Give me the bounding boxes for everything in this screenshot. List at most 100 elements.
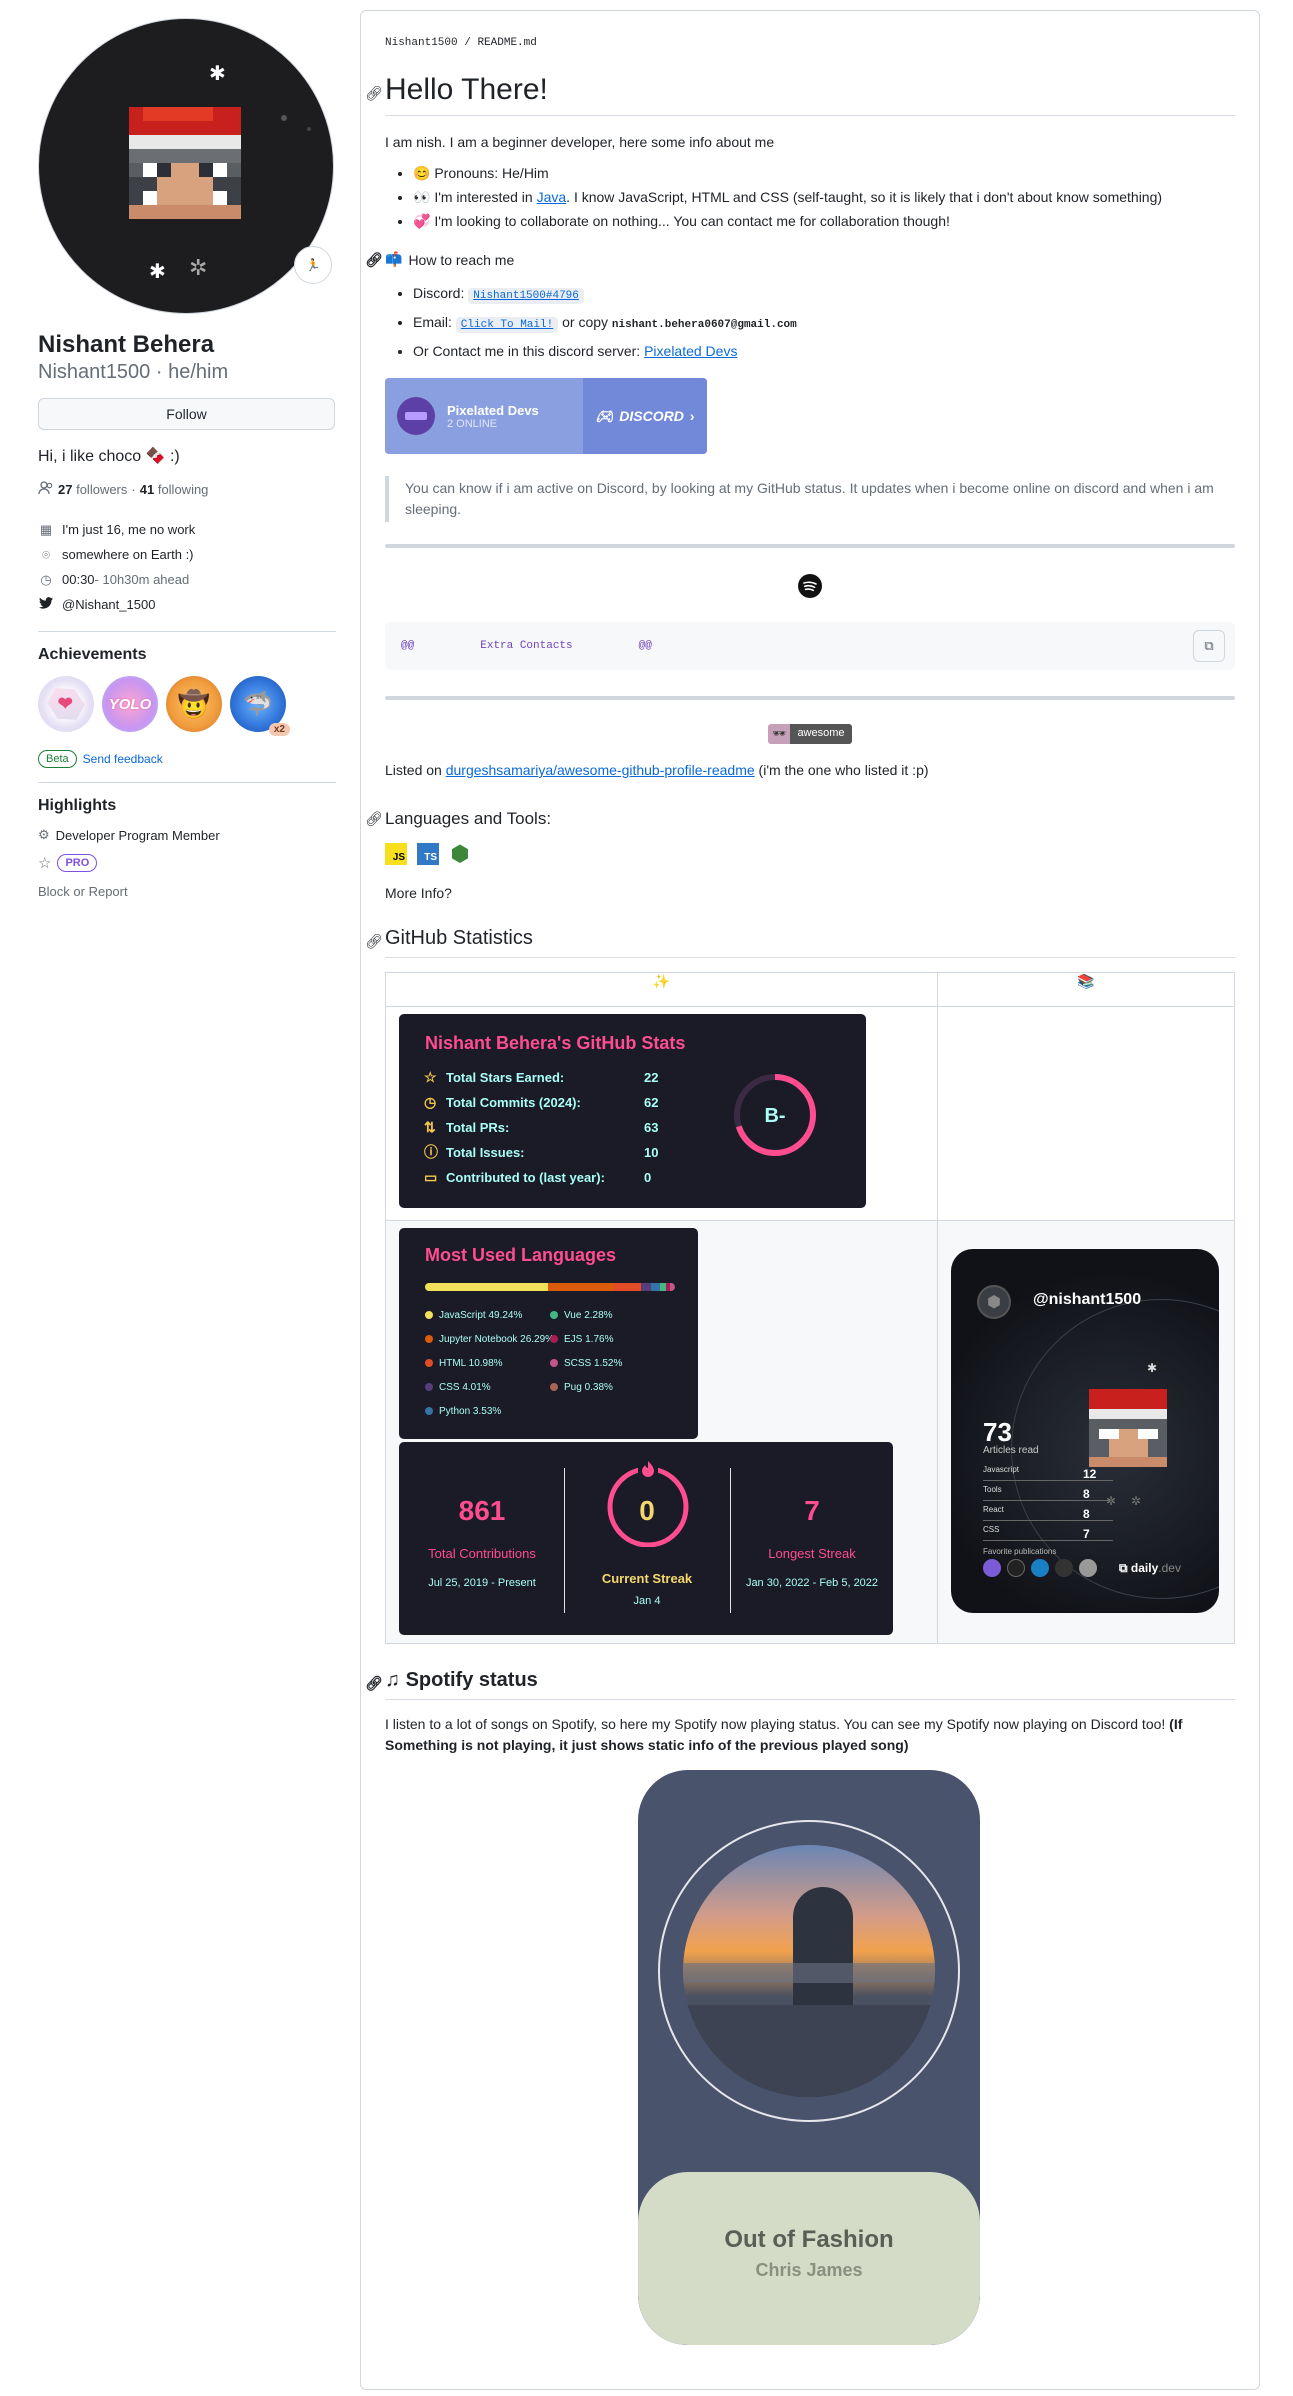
articles-read-label: Articles read (983, 1445, 1039, 1456)
stats-heading: 🔗︎ GitHub Statistics (365, 924, 1235, 958)
favorite-publications (983, 1559, 1097, 1577)
snowflake-icon: ✱ (209, 63, 226, 85)
awesome-badge[interactable]: 🕶 awesome (768, 724, 852, 744)
java-link[interactable]: Java (537, 189, 567, 205)
pull-shark-badge[interactable]: 🦈 x2 (230, 676, 290, 736)
pull-request-icon: ⇅ (424, 1118, 436, 1135)
profile-sidebar: ✱ ✱ ✲ 🏃 Nishant Behera Nishant1500 · he/… (38, 18, 336, 905)
longest-streak-range: Jan 30, 2022 - Feb 5, 2022 (745, 1577, 879, 1589)
awesome-readme-link[interactable]: durgeshsamariya/awesome-github-profile-r… (446, 762, 755, 778)
cpu-icon: ⚙ (38, 827, 50, 842)
mail-link[interactable]: Click To Mail! (455, 317, 559, 333)
people-icon (38, 480, 54, 499)
current-streak-date: Jan 4 (633, 1595, 661, 1607)
heart-on-sleeve-badge[interactable]: ❤ (38, 676, 94, 732)
total-contributions-value: 861 (458, 1495, 506, 1526)
longest-streak-value: 7 (804, 1495, 820, 1526)
spotify-heading: 🔗︎ ♫ Spotify status (365, 1666, 1235, 1700)
more-info-text: More Info? (385, 885, 452, 901)
typescript-icon[interactable]: TS (417, 843, 439, 865)
publication-icon (983, 1559, 1001, 1577)
nodejs-icon[interactable]: ⬢ (449, 843, 471, 865)
publication-icon (1031, 1559, 1049, 1577)
send-feedback-link[interactable]: Send feedback (83, 752, 163, 766)
detail-work: ▦ I'm just 16, me no work (39, 521, 196, 538)
total-contributions-label: Total Contributions (428, 1546, 536, 1561)
yolo-badge[interactable]: YOLO (102, 676, 158, 732)
beta-feedback: Beta Send feedback (38, 750, 336, 768)
pixelated-devs-link[interactable]: Pixelated Devs (644, 343, 737, 359)
artist-name: Chris James (755, 2260, 863, 2280)
issue-icon: ⓘ (424, 1144, 438, 1160)
detail-twitter[interactable]: @Nishant_1500 (38, 592, 336, 617)
total-contributions-range: Jul 25, 2019 - Present (428, 1577, 536, 1589)
spotify-now-playing-card[interactable]: Out of Fashion Chris James (638, 1770, 980, 2345)
langs-card-title: Most Used Languages (425, 1245, 617, 1265)
language-bar-segment (548, 1283, 614, 1291)
link-icon[interactable]: 🔗︎ (365, 251, 383, 268)
highlights-title: Highlights (38, 797, 117, 814)
intro-text: I am nish. I am a beginner developer, he… (385, 134, 775, 150)
star-icon: ☆ (424, 1068, 437, 1085)
block-report-link[interactable]: Block or Report (38, 877, 336, 905)
language-item: SCSS 1.52% (550, 1355, 622, 1371)
stat-row: ◷ Total Commits (2024): 62 (424, 1093, 659, 1110)
spotify-logo[interactable] (385, 574, 1235, 598)
contact-list: Discord: Nishant1500#4796 Email: Click T… (385, 280, 1235, 364)
profile-details: ▦ I'm just 16, me no work ⌾ somewhere on… (38, 517, 336, 617)
current-streak-value: 0 (639, 1495, 655, 1526)
follow-button[interactable]: Follow (38, 398, 335, 430)
dailydev-card[interactable]: ⬢ @nishant1500 ✱ ✲ ✲ 73 Articles read Ja… (951, 1249, 1219, 1613)
table-header-sparkles: ✨ (385, 972, 938, 1007)
language-color-dot (550, 1335, 558, 1343)
link-icon[interactable]: 🔗︎ (365, 927, 383, 955)
discord-tag-link[interactable]: Nishant1500#4796 (468, 288, 584, 304)
list-item: 💞️ I'm looking to collaborate on nothing… (413, 209, 1235, 233)
discord-note: You can know if i am active on Discord, … (385, 476, 1235, 522)
profile-name: Nishant Behera (38, 331, 215, 358)
language-color-dot (550, 1311, 558, 1319)
stat-row: ▭ Contributed to (last year): 0 (424, 1168, 652, 1185)
detail-location: ⌾ somewhere on Earth :) (38, 542, 336, 567)
list-item: 👀 I'm interested in Java. I know JavaScr… (413, 185, 1235, 209)
developer-program-item: ⚙ Developer Program Member (38, 827, 220, 843)
language-bar-segment (641, 1283, 652, 1291)
list-item: Email: Click To Mail! or copy nishant.be… (413, 309, 1235, 338)
song-title: Out of Fashion (724, 2226, 894, 2253)
language-item: CSS 4.01% (425, 1379, 491, 1395)
stat-row: ⓘ Total Issues: 10 (424, 1144, 659, 1160)
grade-text: B- (764, 1105, 785, 1127)
set-status-button[interactable]: 🏃 (294, 246, 332, 284)
followers-link[interactable]: 27 followers (58, 482, 127, 497)
github-stats-card[interactable]: Nishant Behera's GitHub Stats ☆ Total Sta… (399, 1014, 866, 1208)
language-item: EJS 1.76% (550, 1331, 613, 1347)
javascript-icon[interactable]: JS (385, 843, 407, 865)
following-link[interactable]: 41 following (140, 482, 209, 497)
copy-button[interactable]: ⧉ (1193, 630, 1225, 662)
discord-server-widget[interactable]: Pixelated Devs 2 ONLINE 🎮︎ DISCORD › (385, 378, 707, 454)
top-languages-card[interactable]: Most Used Languages JavaScript 49.24% Jup… (399, 1228, 698, 1439)
link-icon[interactable]: 🔗︎ (365, 1669, 383, 1697)
link-icon[interactable]: 🔗︎ (365, 811, 383, 828)
language-item: Python 3.53% (425, 1403, 501, 1419)
language-color-dot (425, 1383, 433, 1391)
publication-icon (1079, 1559, 1097, 1577)
listed-text: Listed on durgeshsamariya/awesome-github… (385, 762, 929, 778)
tag-row: Tools 8 (983, 1485, 1113, 1501)
building-icon: ▦ (39, 521, 53, 537)
detail-time: ◷ 00:30 - 10h30m ahead (38, 567, 336, 592)
stat-row: ⇅ Total PRs: 63 (424, 1118, 659, 1135)
quickdraw-badge[interactable]: 🤠 (166, 676, 222, 732)
language-item: JavaScript 49.24% (425, 1307, 522, 1323)
status-emoji-icon: 🏃 (305, 258, 321, 272)
link-icon[interactable]: 🔗︎ (365, 74, 383, 112)
achievements-title: Achievements (38, 646, 147, 663)
streak-card[interactable]: 861 Total Contributions Jul 25, 2019 - P… (399, 1442, 893, 1635)
avatar[interactable]: ✱ ✱ ✲ (38, 18, 334, 314)
languages-heading: 🔗︎ Languages and Tools: (365, 809, 552, 828)
path-user-link[interactable]: Nishant1500 (385, 37, 458, 49)
longest-streak-label: Longest Streak (768, 1546, 856, 1561)
profile-login: Nishant1500 · he/him (38, 361, 229, 383)
language-item: HTML 10.98% (425, 1355, 503, 1371)
language-color-dot (425, 1335, 433, 1343)
